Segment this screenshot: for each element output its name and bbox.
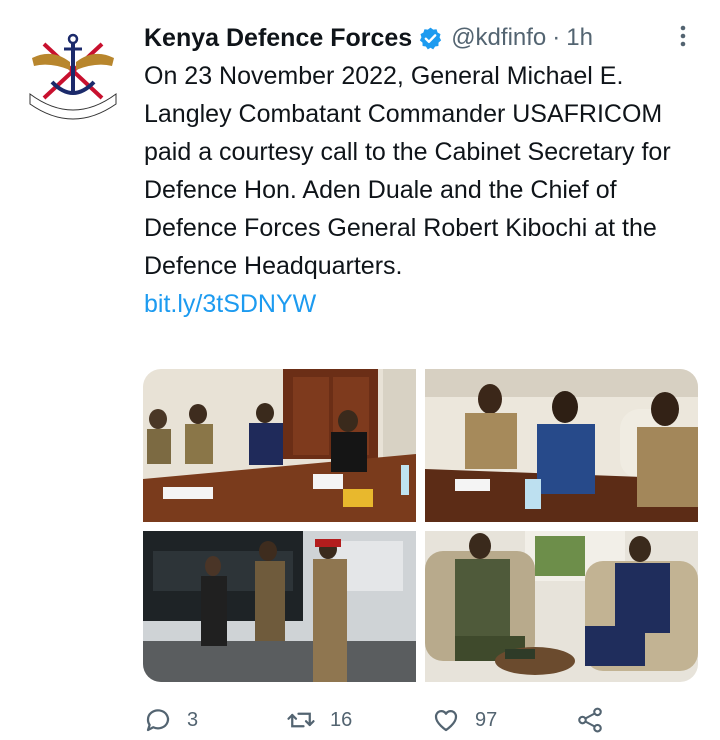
author-name[interactable]: Kenya Defence Forces xyxy=(144,24,412,53)
retweet-icon xyxy=(287,712,315,728)
retweet-count: 16 xyxy=(330,708,353,731)
share-icon xyxy=(578,707,602,733)
like-count: 97 xyxy=(475,708,498,731)
separator-dot: · xyxy=(552,24,561,51)
photo-arrival-salute[interactable] xyxy=(143,531,416,682)
tweet-text: On 23 November 2022, General Michael E. … xyxy=(144,57,700,323)
tweet-timestamp[interactable]: 1h xyxy=(566,24,593,52)
more-icon[interactable] xyxy=(677,24,689,48)
tweet-link[interactable]: bit.ly/3tSDNYW xyxy=(144,285,700,323)
kdf-logo xyxy=(23,23,123,123)
tweet-body: On 23 November 2022, General Michael E. … xyxy=(144,62,671,280)
reply-count: 3 xyxy=(187,708,199,731)
share-button[interactable] xyxy=(575,700,619,740)
reply-icon xyxy=(146,709,170,732)
photo-officers-closeup[interactable] xyxy=(425,369,698,522)
verified-badge-icon xyxy=(420,27,442,49)
photo-meeting-table[interactable] xyxy=(143,369,416,522)
tweet-header: Kenya Defence Forces @kdfinfo · 1h xyxy=(144,20,692,56)
action-bar: 3 16 97 xyxy=(143,700,703,740)
author-handle[interactable]: @kdfinfo xyxy=(451,24,546,52)
avatar[interactable] xyxy=(22,22,124,124)
media-grid xyxy=(143,369,698,682)
reply-button[interactable]: 3 xyxy=(143,700,198,740)
photo-seated-meeting[interactable] xyxy=(425,531,698,682)
retweet-button[interactable]: 16 xyxy=(286,700,352,740)
like-button[interactable]: 97 xyxy=(431,700,497,740)
like-icon xyxy=(434,709,458,732)
